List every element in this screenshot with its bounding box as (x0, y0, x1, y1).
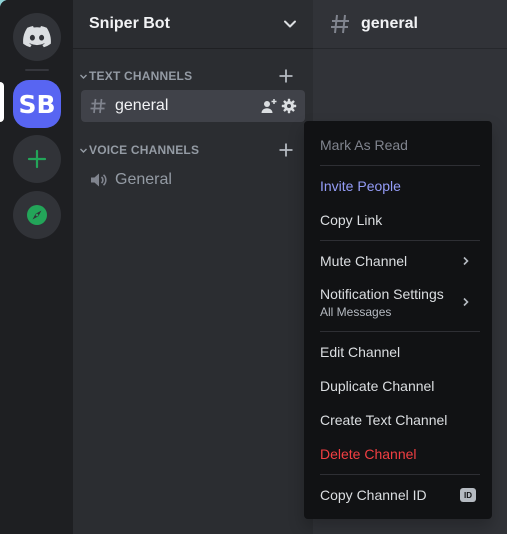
category-collapse-icon (77, 72, 89, 81)
create-invite-icon[interactable] (261, 98, 277, 114)
server-initials: SB (18, 89, 56, 119)
channel-title: general (361, 15, 418, 32)
chevron-right-icon (463, 256, 469, 266)
app-window: SB Sniper Bot TEXT CHANNELS general VOIC… (0, 0, 507, 534)
channel-item-voice-general[interactable]: General (81, 164, 305, 196)
menu-item-delete-channel[interactable]: Delete Channel (312, 438, 484, 470)
guild-header[interactable]: Sniper Bot (73, 0, 313, 49)
menu-item-label: Copy Channel ID (320, 487, 427, 503)
menu-item-label: Notification Settings (320, 285, 444, 302)
category-collapse-icon (77, 146, 89, 155)
active-server-indicator (0, 82, 4, 122)
menu-separator (320, 474, 480, 475)
channel-context-menu: Mark As Read Invite People Copy Link Mut… (304, 121, 492, 519)
channel-name: General (115, 171, 172, 188)
chevron-down-icon (284, 20, 296, 28)
gear-icon[interactable] (281, 98, 297, 114)
server-sniper-bot[interactable]: SB (13, 80, 61, 128)
menu-item-duplicate-channel[interactable]: Duplicate Channel (312, 370, 484, 402)
channel-header: general (313, 0, 507, 49)
rail-divider (25, 69, 49, 71)
notification-setting-value: All Messages (320, 304, 392, 319)
channel-sidebar: Sniper Bot TEXT CHANNELS general VOICE C… (73, 0, 313, 534)
menu-item-copy-link[interactable]: Copy Link (312, 204, 484, 236)
category-text-channels[interactable]: TEXT CHANNELS (73, 66, 313, 86)
category-voice-channels[interactable]: VOICE CHANNELS (73, 140, 313, 160)
menu-item-label: Mute Channel (320, 253, 408, 269)
home-button[interactable] (13, 13, 61, 61)
menu-item-edit-channel[interactable]: Edit Channel (312, 336, 484, 368)
discord-logo-icon (23, 26, 51, 48)
create-channel-icon[interactable] (278, 142, 294, 161)
menu-item-mute-channel[interactable]: Mute Channel (312, 245, 484, 277)
menu-separator (320, 165, 480, 166)
server-rail: SB (0, 0, 73, 534)
menu-item-invite-people[interactable]: Invite People (312, 170, 484, 202)
speaker-icon (91, 173, 107, 187)
menu-separator (320, 240, 480, 241)
id-badge-icon: ID (460, 488, 476, 502)
hashtag-icon (90, 98, 106, 114)
plus-icon (27, 149, 47, 169)
create-channel-icon[interactable] (278, 68, 294, 87)
menu-item-create-text-channel[interactable]: Create Text Channel (312, 404, 484, 436)
guild-name: Sniper Bot (89, 15, 170, 32)
channel-name: general (115, 97, 169, 114)
add-server-button[interactable] (13, 135, 61, 183)
explore-servers-button[interactable] (13, 191, 61, 239)
compass-icon (27, 205, 47, 225)
channel-item-general[interactable]: general (81, 90, 305, 122)
menu-item-copy-channel-id[interactable]: Copy Channel ID ID (312, 479, 484, 511)
hashtag-icon (331, 14, 349, 34)
menu-item-notification-settings[interactable]: Notification Settings All Messages (312, 281, 484, 323)
channel-tools (261, 98, 297, 114)
chevron-right-icon (463, 297, 469, 307)
menu-item-mark-as-read[interactable]: Mark As Read (312, 129, 484, 161)
menu-separator (320, 331, 480, 332)
